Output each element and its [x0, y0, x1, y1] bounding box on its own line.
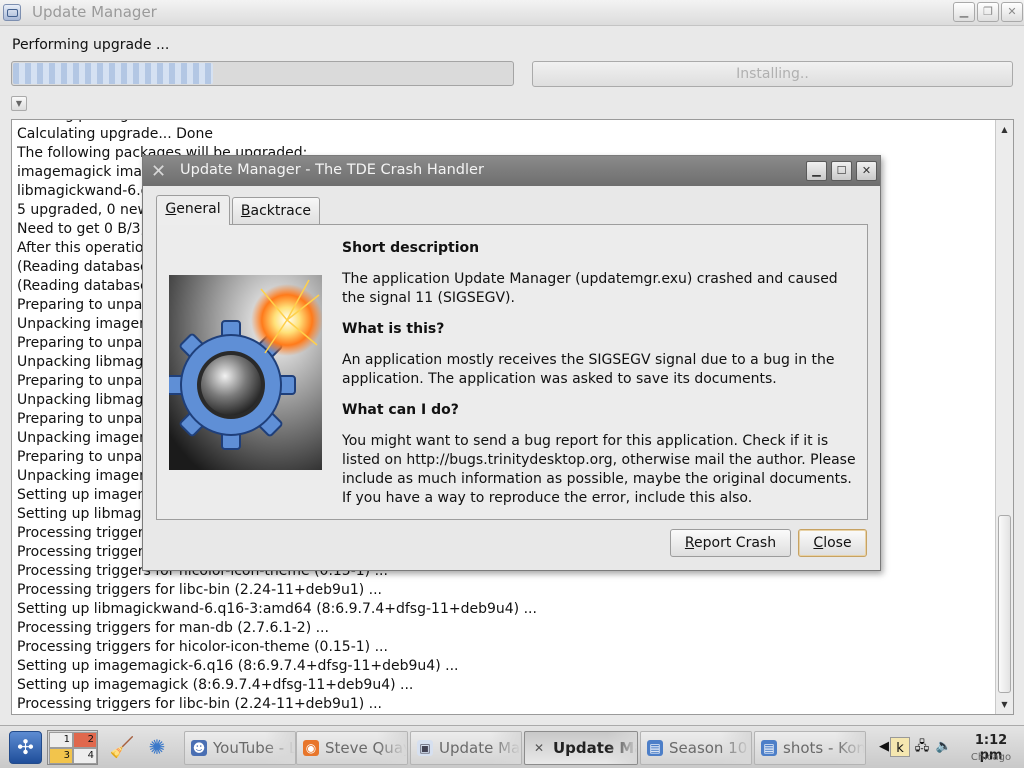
tde-menu-button[interactable]: ✣ [9, 731, 42, 764]
crash-info: Short description The application Update… [342, 239, 857, 520]
what-is-this-text: An application mostly receives the SIGSE… [342, 352, 835, 387]
terminal-line: Setting up libmagickwand-6.q16-3:amd64 (… [17, 601, 537, 617]
pager-desktop-4[interactable]: 4 [73, 748, 97, 764]
volume-icon[interactable]: 🔈 [934, 736, 954, 758]
report-crash-button[interactable]: Report Crash [670, 529, 791, 557]
window-title: Update Manager [32, 3, 157, 21]
crash-gear-bomb-icon [169, 275, 322, 470]
desktop-pager[interactable]: 1 2 3 4 [47, 730, 98, 765]
terminal-line: Processing triggers for man-db (2.7.6.1-… [17, 620, 329, 636]
short-description-heading: Short description [342, 240, 480, 256]
terminal-line: Calculating upgrade... Done [17, 126, 213, 142]
what-can-i-do-heading: What can I do? [342, 402, 459, 418]
taskbar-task-5[interactable]: ▤ Season 10 - [640, 731, 752, 765]
terminal-line: Setting up imagemagick-6.q16 (8:6.9.7.4+… [17, 658, 459, 674]
klipper-icon[interactable]: k [890, 737, 910, 757]
main-titlebar[interactable]: Update Manager ▁ ❐ ✕ [0, 0, 1024, 26]
scroll-down-arrow-icon[interactable]: ▼ [997, 697, 1012, 712]
dialog-maximize-button[interactable]: ☐ [831, 161, 852, 181]
taskbar-task-6[interactable]: ▤shots - Konq [754, 731, 866, 765]
youtube-icon: ☻ [191, 740, 207, 756]
pager-desktop-3[interactable]: 3 [49, 748, 73, 764]
taskbar: ✣ 1 2 3 4 🧹 ✺ ☻YouTube - Lo◉Steve Quayle… [0, 725, 1024, 768]
close-button[interactable]: Close [798, 529, 867, 557]
tde-x-icon[interactable]: ✕ [151, 161, 166, 182]
terminal-line: Setting up imagemagick (8:6.9.7.4+dfsg-1… [17, 677, 414, 693]
taskbar-task-3[interactable]: ▣ Update Man [410, 731, 522, 765]
desktop-clean-icon[interactable]: 🧹 [108, 733, 136, 761]
network-icon[interactable]: 🖧 [912, 736, 932, 758]
terminal-line: Performing upgrade... Ok [17, 714, 989, 715]
firefox-icon: ◉ [303, 740, 319, 756]
status-label: Performing upgrade ... [12, 37, 170, 53]
dialog-minimize-button[interactable]: ▁ [806, 161, 827, 181]
pager-desktop-2[interactable]: 2 [73, 732, 97, 748]
pager-desktop-1[interactable]: 1 [49, 732, 73, 748]
terminal-line: Processing triggers for libc-bin (2.24-1… [17, 582, 383, 598]
crash-dialog-titlebar[interactable]: ✕ Update Manager - The TDE Crash Handler… [143, 156, 880, 186]
taskbar-task-4[interactable]: ✕ Update Ma [524, 731, 638, 765]
what-can-i-do-text: You might want to send a bug report for … [342, 433, 856, 506]
crash-handler-icon: ✕ [533, 741, 545, 755]
update-manager-icon: ▣ [417, 740, 433, 756]
taskbar-task-2[interactable]: ◉Steve Quayle [296, 731, 408, 765]
update-manager-icon[interactable] [3, 4, 21, 21]
terminal-line: Processing triggers for libc-bin (2.24-1… [17, 696, 383, 712]
short-description-text: The application Update Manager (updatemg… [342, 271, 838, 306]
crash-dialog-title: Update Manager - The TDE Crash Handler [180, 162, 484, 178]
terminal-scrollbar[interactable]: ▲ ▼ [995, 120, 1013, 714]
taskbar-task-1[interactable]: ☻YouTube - Lo [184, 731, 296, 765]
details-toggle-chevron-down-icon[interactable]: ▼ [11, 96, 27, 111]
installing-button[interactable]: Installing.. [532, 61, 1013, 87]
tab-general[interactable]: General [156, 195, 230, 225]
crash-handler-dialog: ✕ Update Manager - The TDE Crash Handler… [142, 155, 881, 571]
general-tab-panel: Short description The application Update… [156, 224, 868, 520]
dialog-close-button[interactable]: ✕ [856, 161, 877, 181]
scroll-up-arrow-icon[interactable]: ▲ [997, 122, 1012, 137]
terminal-line: Processing triggers for hicolor-icon-the… [17, 639, 388, 655]
tab-backtrace[interactable]: Backtrace [232, 197, 320, 225]
minimize-button[interactable]: ▁ [953, 2, 975, 22]
folder-icon: ▤ [647, 740, 663, 756]
what-is-this-heading: What is this? [342, 321, 445, 337]
restore-button[interactable]: ❐ [977, 2, 999, 22]
folder-icon: ▤ [761, 740, 777, 756]
upgrade-progress-bar [11, 61, 514, 86]
crash-bug-icon[interactable]: ✺ [143, 733, 171, 761]
progress-fill [13, 63, 214, 84]
clock-zone: Chicago [970, 752, 1012, 763]
scrollbar-thumb[interactable] [998, 515, 1011, 693]
close-window-button[interactable]: ✕ [1001, 2, 1023, 22]
